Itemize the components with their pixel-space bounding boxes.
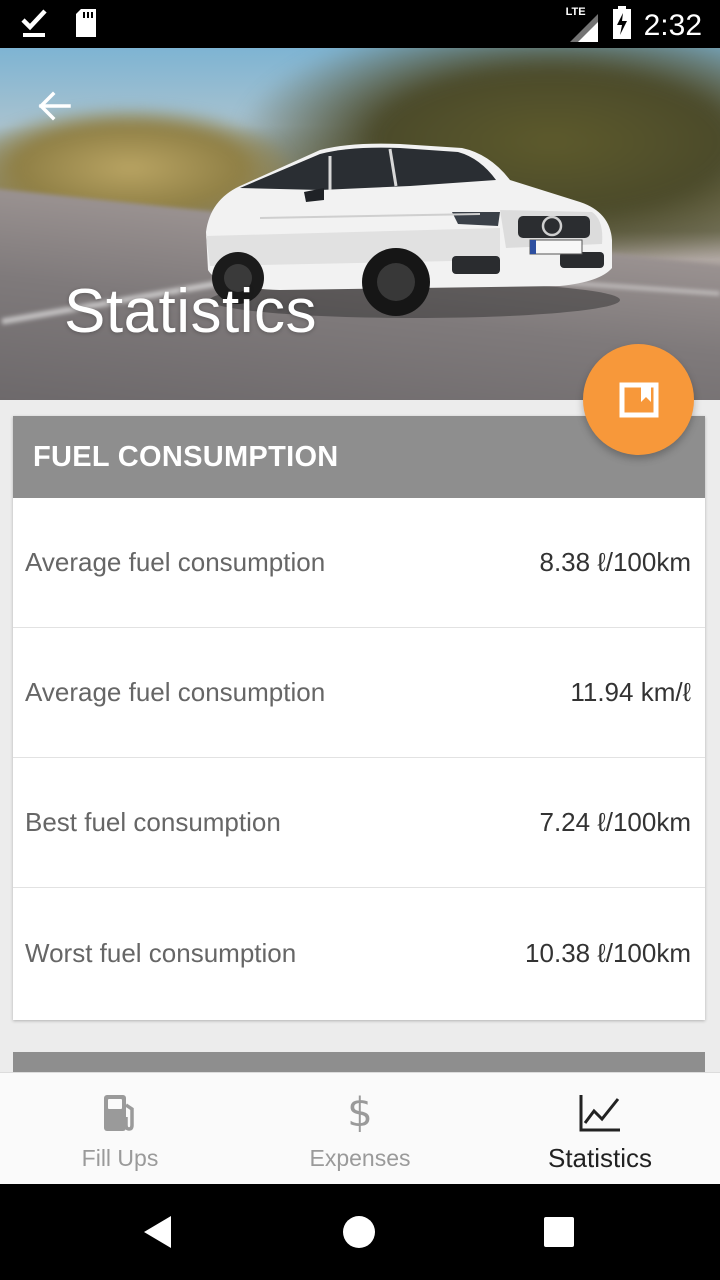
stat-value: 7.24 ℓ/100km (539, 807, 692, 837)
header-image: Statistics (0, 48, 720, 400)
status-bar: LTE 2:32 (0, 0, 720, 48)
recents-system-button[interactable] (499, 1184, 619, 1280)
clock: 2:32 (643, 8, 702, 42)
stat-label: Worst fuel consumption (25, 937, 297, 968)
arrow-back-icon (38, 91, 71, 121)
square-recents-icon (544, 1217, 574, 1247)
stat-label: Average fuel consumption (25, 547, 326, 577)
stat-row: Average fuel consumption 8.38 ℓ/100km (13, 498, 705, 628)
nav-label: Fill Ups (81, 1145, 159, 1171)
bookmark-fab-button[interactable] (583, 344, 694, 455)
home-system-button[interactable] (299, 1184, 419, 1280)
nav-label: Statistics (547, 1143, 653, 1173)
stat-row: Worst fuel consumption 10.38 ℓ/100km (13, 888, 705, 1018)
line-chart-icon (578, 1091, 622, 1135)
bottom-navigation: Fill Ups $ Expenses Statistics (0, 1072, 720, 1184)
nav-statistics[interactable]: Statistics (480, 1073, 720, 1184)
stat-row: Average fuel consumption 11.94 km/ℓ (13, 628, 705, 758)
card-title: FUEL CONSUMPTION (33, 440, 339, 473)
stat-value: 8.38 ℓ/100km (539, 547, 692, 577)
stat-value: 10.38 ℓ/100km (525, 937, 691, 968)
stat-label: Average fuel consumption (25, 677, 326, 707)
triangle-back-icon (144, 1216, 171, 1248)
signal-icon: LTE (564, 6, 600, 44)
system-navigation-bar (0, 1184, 720, 1280)
nav-label: Expenses (309, 1145, 411, 1171)
dollar-icon: $ (347, 1090, 373, 1136)
battery-charging-icon (612, 6, 632, 45)
stat-value: 11.94 km/ℓ (570, 677, 691, 707)
check-icon (20, 8, 48, 43)
stat-row: Best fuel consumption 7.24 ℓ/100km (13, 758, 705, 888)
nav-fill-ups[interactable]: Fill Ups (0, 1073, 240, 1184)
circle-home-icon (343, 1216, 375, 1248)
fuel-consumption-card: FUEL CONSUMPTION Average fuel consumptio… (13, 416, 705, 1020)
fuel-pump-icon (102, 1091, 138, 1135)
bookmark-icon (619, 382, 658, 417)
nav-expenses[interactable]: $ Expenses (240, 1073, 480, 1184)
back-button[interactable] (32, 84, 76, 128)
page-title: Statistics (64, 277, 318, 346)
back-system-button[interactable] (98, 1184, 218, 1280)
sd-card-icon (74, 8, 98, 43)
stat-label: Best fuel consumption (25, 807, 281, 837)
